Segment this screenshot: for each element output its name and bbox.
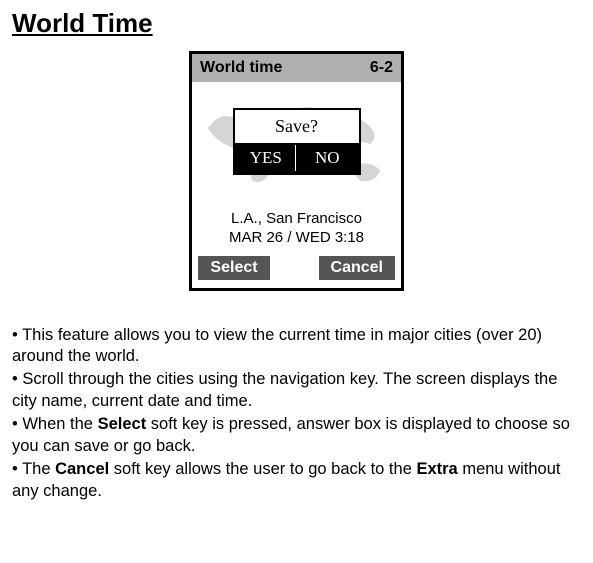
city-name: L.A., San Francisco xyxy=(192,210,401,229)
softkey-bar: Select Cancel xyxy=(192,252,401,288)
text-span: • When the xyxy=(12,415,98,433)
description-text: • This feature allows you to view the cu… xyxy=(12,325,581,503)
extra-label-ref: Extra xyxy=(416,460,457,478)
save-dialog: Save? YES NO xyxy=(233,108,361,175)
paragraph-1: • This feature allows you to view the cu… xyxy=(12,325,581,368)
page-title: World Time xyxy=(12,8,581,39)
screen-title: World time xyxy=(200,59,282,77)
select-button[interactable]: Select xyxy=(198,256,270,280)
phone-screen: World time 6-2 Save? YES NO L.A., San Fr… xyxy=(189,51,404,291)
paragraph-2: • Scroll through the cities using the na… xyxy=(12,369,581,412)
cancel-label-ref: Cancel xyxy=(55,460,109,478)
city-datetime: MAR 26 / WED 3:18 xyxy=(192,229,401,248)
paragraph-3: • When the Select soft key is pressed, a… xyxy=(12,414,581,457)
screen-header: World time 6-2 xyxy=(192,54,401,82)
dialog-prompt: Save? xyxy=(235,116,359,137)
cancel-button[interactable]: Cancel xyxy=(319,256,395,280)
no-button[interactable]: NO xyxy=(298,145,357,171)
world-map-area: Save? YES NO xyxy=(198,86,395,202)
select-label-ref: Select xyxy=(98,415,147,433)
screen-menu-number: 6-2 xyxy=(370,59,393,77)
dialog-buttons: YES NO xyxy=(235,143,359,173)
yes-button[interactable]: YES xyxy=(237,145,297,171)
paragraph-4: • The Cancel soft key allows the user to… xyxy=(12,459,581,502)
city-info: L.A., San Francisco MAR 26 / WED 3:18 xyxy=(192,210,401,248)
text-span: • The xyxy=(12,460,55,478)
text-span: soft key allows the user to go back to t… xyxy=(109,460,416,478)
